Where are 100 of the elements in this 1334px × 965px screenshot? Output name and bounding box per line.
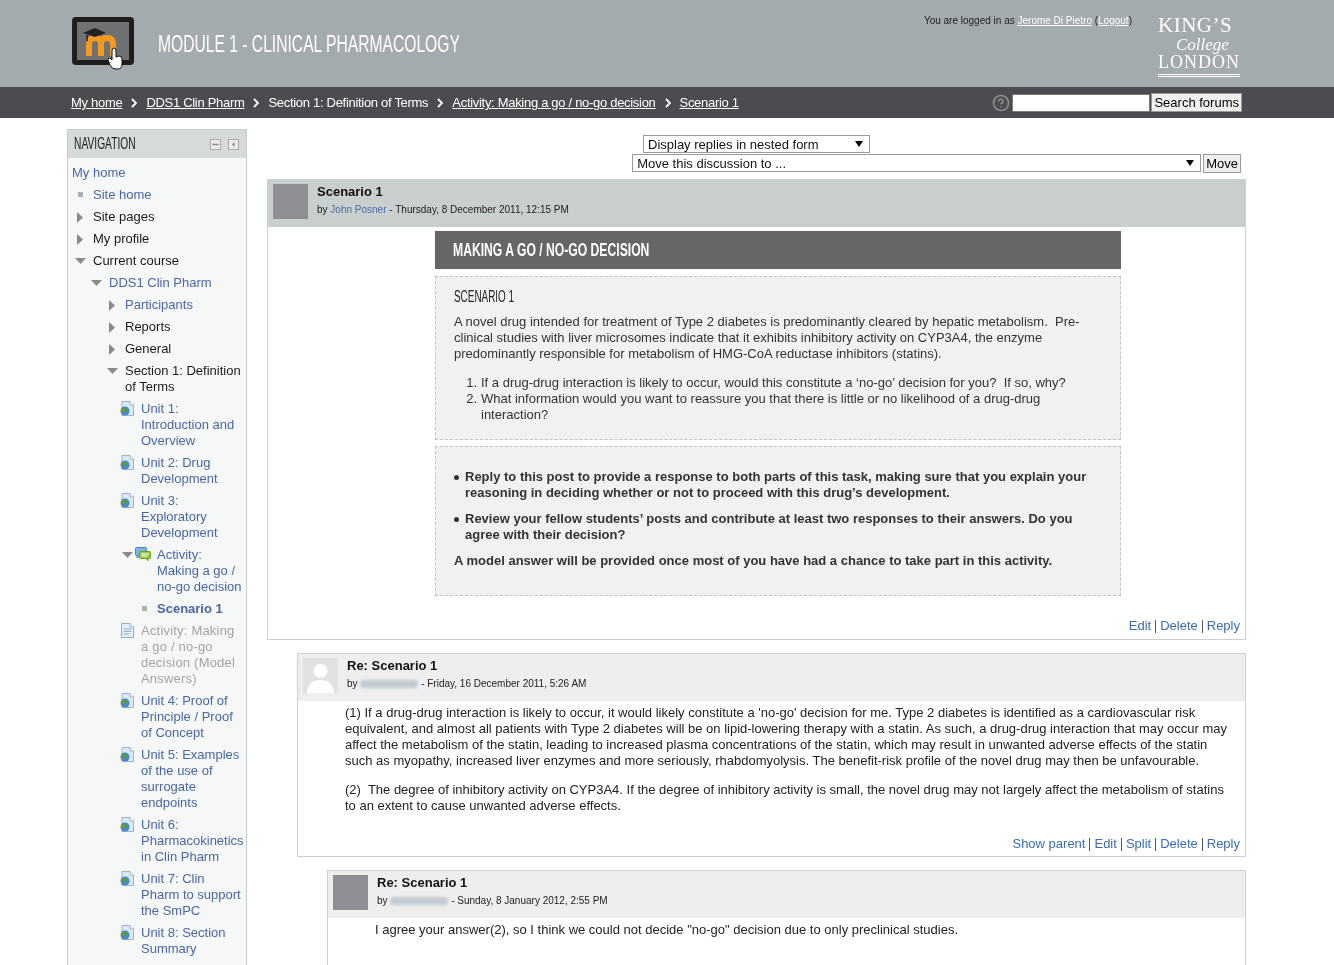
- globe-page-icon: [120, 747, 134, 762]
- move-button[interactable]: Move: [1203, 154, 1241, 173]
- search-field[interactable]: [1012, 93, 1151, 112]
- nav-item[interactable]: Reports: [125, 319, 171, 335]
- scenario-heading: SCENARIO 1: [454, 287, 515, 307]
- task-text: Reply to this post to provide a response to both parts of this task, making sure that you explain your reasoning in deciding whether or not to proceed with this drug’s development.: [465, 469, 1088, 501]
- document-icon: [120, 623, 134, 638]
- collapsed-triangle-icon[interactable]: [77, 234, 83, 245]
- expanded-triangle-icon[interactable]: [122, 552, 133, 558]
- reply-text: I agree your answer(2), so I think we could not decide "no-go" decision due to only preclinical studies.: [375, 922, 959, 938]
- breadcrumb-link[interactable]: Scenario 1: [679, 95, 739, 110]
- breadcrumb-link[interactable]: Activity: Making a go / no-go decision: [452, 95, 656, 110]
- post-command-link[interactable]: Split: [1125, 836, 1152, 852]
- post-command-link[interactable]: Delete: [1160, 618, 1198, 634]
- default-avatar-icon: [303, 658, 338, 693]
- post-subject: Re: Scenario 1: [377, 875, 468, 891]
- nav-item[interactable]: Unit 7: Clin Pharm to support the SmPC: [141, 871, 244, 919]
- logo-text: KING’S: [1158, 15, 1233, 36]
- nav-item[interactable]: Participants: [125, 297, 193, 313]
- post-subject: Scenario 1: [317, 184, 383, 200]
- activity-title: MAKING A GO / NO-GO DECISION: [453, 239, 650, 261]
- nav-item[interactable]: General: [125, 341, 172, 357]
- post-byline: by John Posner - Thursday, 8 December 2011, 12:15 PM: [317, 203, 569, 217]
- logo-text: LONDON: [1158, 53, 1240, 71]
- task-text: Review your fellow students’ posts and contribute at least two responses to their answers. Do you agree with their decision?: [465, 511, 1074, 543]
- bullet-icon: [78, 192, 83, 197]
- question-number: 2.: [465, 391, 478, 408]
- bullet-icon: [142, 606, 147, 611]
- collapsed-triangle-icon[interactable]: [109, 322, 115, 333]
- globe-page-icon: [120, 493, 134, 508]
- photo-placeholder: [273, 184, 308, 219]
- minimize-icon[interactable]: [210, 138, 221, 150]
- search-forums-button[interactable]: Search forums: [1151, 93, 1242, 112]
- chevron-right-icon: [437, 97, 444, 108]
- collapsed-triangle-icon[interactable]: [77, 212, 83, 223]
- nav-item[interactable]: My home: [72, 165, 126, 181]
- caret-icon: [1186, 160, 1195, 166]
- post-command-link[interactable]: Reply: [1206, 618, 1240, 634]
- tablet-logo-icon[interactable]: [71, 16, 137, 70]
- breadcrumb-link[interactable]: My home: [71, 95, 123, 110]
- author-link[interactable]: John Posner: [330, 204, 387, 215]
- logo-text: College: [1176, 36, 1229, 53]
- chevron-right-icon: [131, 97, 138, 108]
- chevron-right-icon: [253, 97, 260, 108]
- caret-icon: [855, 141, 863, 147]
- question-text: What information would you want to reassure you that there is little or no likelihood of a drug-drug interaction?: [481, 391, 1042, 423]
- expanded-triangle-icon[interactable]: [91, 280, 102, 286]
- nav-item[interactable]: Unit 6: Pharmacokinetics in Clin Pharm: [141, 817, 244, 865]
- nav-item[interactable]: Scenario 1: [157, 601, 223, 617]
- post-subject: Re: Scenario 1: [347, 658, 438, 674]
- nav-item[interactable]: Unit 4: Proof of Principle / Proof of Concept: [141, 693, 244, 741]
- speech-bubbles-icon: [135, 547, 151, 561]
- nav-item[interactable]: Site home: [93, 187, 152, 203]
- dock-icon[interactable]: [228, 138, 239, 150]
- globe-page-icon: [120, 817, 134, 832]
- model-answer-note: A model answer will be provided once most of you have had a chance to take part in this activity.: [454, 553, 1054, 569]
- nav-item[interactable]: Unit 8: Section Summary: [141, 925, 244, 957]
- globe-page-icon: [120, 871, 134, 886]
- globe-page-icon: [120, 693, 134, 708]
- globe-page-icon: [120, 455, 134, 470]
- expanded-triangle-icon[interactable]: [75, 258, 86, 264]
- reply-text: (1) If a drug-drug interaction is likely to occur, it would likely constitute a 'no-go' decision for me. Type 2 diabetes is identified as a cardiovascular risk equivalent, and almost all patients with Type 2 diabetes will be on lipid-lowering therapy with a statin. As such, a drug-drug interaction that may occur may affect the metabolism of the statin, leading to increased plasma concentrations of the statin, which may result in unwanted adverse effects of the statin such as myopathy, increased liver enzymes and more seriously, rhabdomyolysis. The benefit-risk profile of the novel drug may then be unfavourable.: [345, 705, 1229, 769]
- course-title: MODULE 1 - CLINICAL PHARMACOLOGY: [158, 30, 460, 57]
- nav-item[interactable]: Activity: Making a go / no-go decision: [157, 547, 244, 595]
- login-status: You are logged in as Jerome Di Pietro (Logout): [923, 15, 1132, 27]
- breadcrumb-item[interactable]: Section 1: Definition of Terms: [268, 95, 429, 110]
- nav-item[interactable]: My profile: [93, 231, 150, 247]
- nav-item[interactable]: Current course: [93, 253, 179, 269]
- display-mode-dropdown[interactable]: Display replies in nested form: [643, 135, 870, 153]
- navigation-title: NAVIGATION: [74, 135, 136, 153]
- nav-item[interactable]: Site pages: [93, 209, 155, 225]
- post-command-link[interactable]: Show parent: [1012, 836, 1086, 852]
- globe-page-icon: [120, 925, 134, 940]
- chevron-right-icon: [664, 97, 671, 108]
- question-text: If a drug-drug interaction is likely to occur, would this constitute a ‘no-go’ decision for you? If so, why?: [481, 375, 1066, 391]
- nav-item[interactable]: Section 1: Definition of Terms: [125, 363, 244, 395]
- post-byline: by - Friday, 16 December 2011, 5:26 AM: [347, 677, 587, 691]
- post-command-link[interactable]: Edit: [1128, 618, 1152, 634]
- collapsed-triangle-icon[interactable]: [109, 300, 115, 311]
- post-command-link[interactable]: Reply: [1206, 836, 1240, 852]
- reply-text: (2) The degree of inhibitory activity on CYP3A4. If the degree of inhibitory activity is small, the novel drug may not largely affect the metabolism of statins to an extent to cause unwanted adverse effects.: [345, 782, 1225, 814]
- nav-item[interactable]: Unit 2: Drug Development: [141, 455, 244, 487]
- nav-item[interactable]: Unit 1: Introduction and Overview: [141, 401, 244, 449]
- photo-placeholder: [333, 875, 368, 910]
- expanded-triangle-icon[interactable]: [107, 368, 118, 374]
- question-number: 1.: [465, 375, 478, 391]
- post-command-link[interactable]: Delete: [1160, 836, 1198, 852]
- post-byline: by - Sunday, 8 January 2012, 2:55 PM: [377, 894, 608, 908]
- breadcrumb-link[interactable]: DDS1 Clin Pharm: [146, 95, 245, 110]
- globe-page-icon: [120, 401, 134, 416]
- bullet-icon: [454, 517, 459, 522]
- help-icon[interactable]: [992, 93, 1011, 112]
- scenario-text: A novel drug intended for treatment of Type 2 diabetes is predominantly cleared by hepatic metabolism. Pre-clinical studies with liver microsomes indicate that it exhibits inhibitory activity on CYP3A4, the enzyme predominantly responsible for metabolism of HMG-CoA reductase inhibitors (statins).: [454, 314, 1081, 362]
- nav-item[interactable]: Unit 5: Examples of the use of surrogate endpoints: [141, 747, 244, 811]
- nav-item[interactable]: DDS1 Clin Pharm: [109, 275, 212, 291]
- nav-item[interactable]: Unit 3: Exploratory Development: [141, 493, 244, 541]
- post-command-link[interactable]: Edit: [1094, 836, 1117, 852]
- bullet-icon: [454, 475, 459, 480]
- collapsed-triangle-icon[interactable]: [109, 344, 115, 355]
- move-discussion-dropdown[interactable]: Move this discussion to ...: [632, 154, 1202, 172]
